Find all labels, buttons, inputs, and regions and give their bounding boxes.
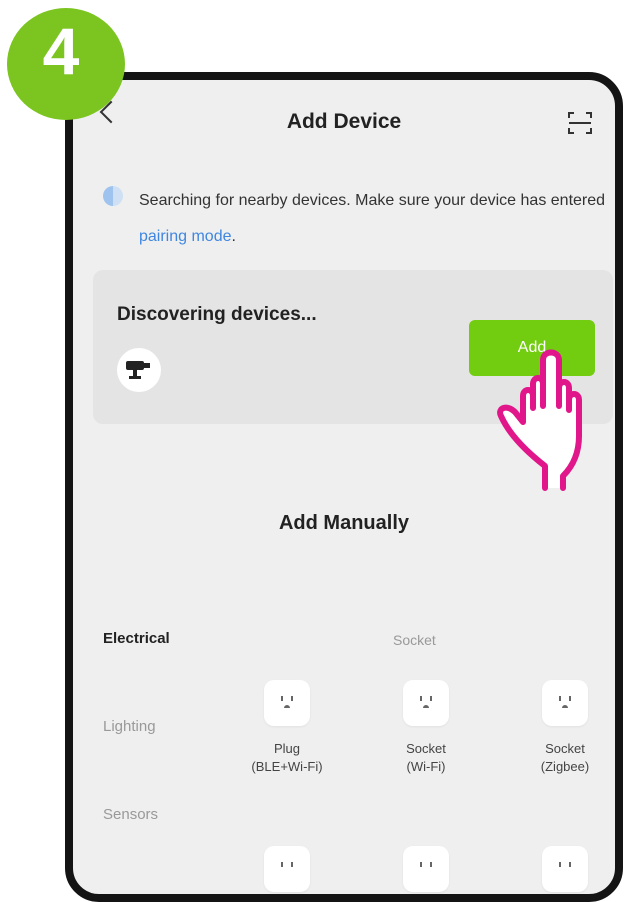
pairing-mode-link[interactable]: pairing mode xyxy=(139,228,232,245)
scan-icon[interactable] xyxy=(567,110,593,136)
device-socket-zigbee[interactable]: Socket (Zigbee) xyxy=(501,680,615,776)
step-number: 4 xyxy=(42,14,80,88)
device-label: Socket (Wi-Fi) xyxy=(362,740,490,776)
category-electrical[interactable]: Electrical xyxy=(103,630,170,647)
device-name: Socket xyxy=(545,741,585,756)
device-label: Socket (Zigbee) xyxy=(501,740,615,776)
info-icon xyxy=(103,186,123,206)
socket-icon xyxy=(264,846,310,892)
info-message: Searching for nearby devices. Make sure … xyxy=(139,183,609,255)
info-suffix: . xyxy=(231,228,236,245)
page-title: Add Device xyxy=(286,110,402,133)
device-name: Socket xyxy=(406,741,446,756)
category-lighting[interactable]: Lighting xyxy=(103,718,156,735)
socket-icon xyxy=(403,846,449,892)
camera-icon xyxy=(117,348,161,392)
device-type: (Wi-Fi) xyxy=(406,759,446,774)
socket-icon xyxy=(542,680,588,726)
device-tile-partial[interactable] xyxy=(362,846,490,892)
add-manually-title: Add Manually xyxy=(278,512,409,534)
device-socket-wifi[interactable]: Socket (Wi-Fi) xyxy=(362,680,490,776)
device-type: (Zigbee) xyxy=(540,759,590,774)
device-name: Plug xyxy=(273,741,301,756)
socket-icon xyxy=(264,680,310,726)
discovering-title: Discovering devices... xyxy=(117,304,317,325)
device-label: Plug (BLE+Wi-Fi) xyxy=(223,740,351,776)
category-sensors[interactable]: Sensors xyxy=(103,806,158,823)
device-tile-partial[interactable] xyxy=(223,846,351,892)
socket-group-title: Socket xyxy=(393,632,436,648)
step-number-badge: 4 xyxy=(7,8,125,120)
device-plug-ble-wifi[interactable]: Plug (BLE+Wi-Fi) xyxy=(223,680,351,776)
info-text: Searching for nearby devices. Make sure … xyxy=(139,192,606,209)
pointing-hand-icon xyxy=(497,349,582,491)
socket-icon xyxy=(542,846,588,892)
device-type: (BLE+Wi-Fi) xyxy=(251,759,323,774)
socket-icon xyxy=(403,680,449,726)
device-tile-partial[interactable] xyxy=(501,846,615,892)
